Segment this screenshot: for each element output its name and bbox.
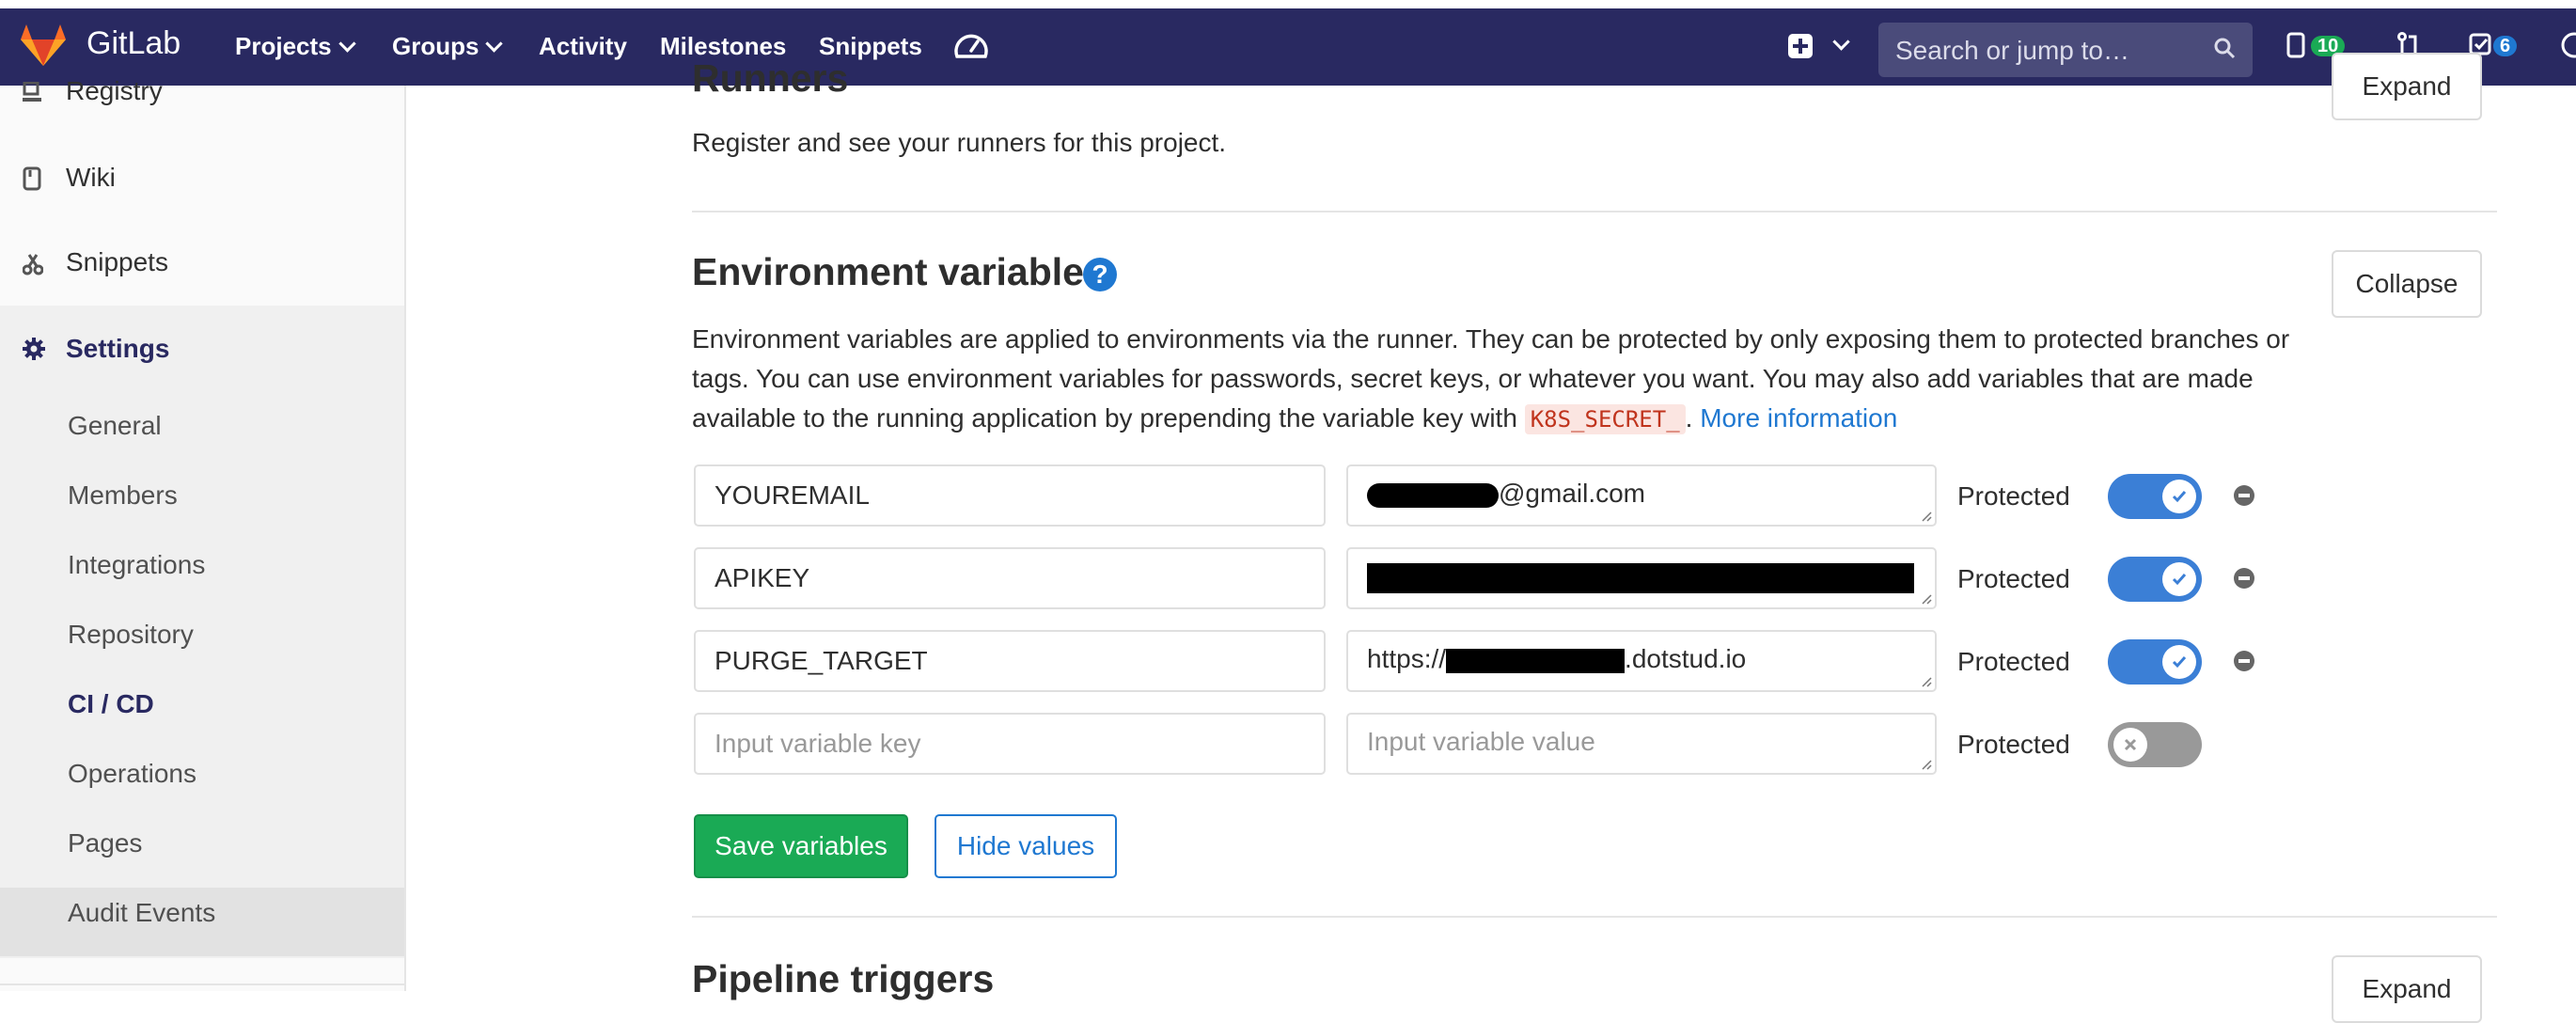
gear-icon <box>23 338 45 360</box>
runners-expand-button[interactable]: Expand <box>2332 53 2482 120</box>
project-sidebar: Registry Wiki Snippets Settings General … <box>0 76 406 991</box>
nav-projects-label: Projects <box>235 32 332 60</box>
check-icon <box>2172 574 2187 586</box>
chevron-down-icon[interactable] <box>1832 33 1850 51</box>
redacted-value <box>1367 482 1499 508</box>
resize-handle-icon[interactable] <box>1921 676 1932 687</box>
search-placeholder: Search or jump to… <box>1895 36 2129 65</box>
variable-value-text: @gmail.com <box>1499 479 1646 508</box>
nav-groups-label: Groups <box>392 32 479 60</box>
sidebar-item-label: Registry <box>66 76 163 105</box>
protected-toggle[interactable] <box>2108 474 2202 519</box>
protected-label: Protected <box>1957 730 2070 759</box>
sidebar-subitem-members[interactable]: Members <box>68 480 178 511</box>
help-icon[interactable] <box>2559 32 2576 58</box>
toggle-knob <box>2113 728 2147 762</box>
protected-toggle[interactable] <box>2108 557 2202 602</box>
triggers-expand-button[interactable]: Expand <box>2332 955 2482 1023</box>
chevron-down-icon <box>485 35 504 53</box>
sidebar-subitem-audit-events[interactable]: Audit Events <box>68 898 215 928</box>
variable-key-input[interactable]: APIKEY <box>694 547 1326 609</box>
book-icon <box>23 166 41 191</box>
variable-value-input[interactable] <box>1346 547 1937 609</box>
sidebar-divider <box>0 984 404 985</box>
remove-variable-icon[interactable] <box>2234 568 2254 589</box>
chevron-down-icon <box>338 35 356 53</box>
protected-label: Protected <box>1957 564 2070 593</box>
more-information-link[interactable]: More information <box>1700 403 1897 433</box>
toggle-knob <box>2162 645 2196 679</box>
variable-value-prefix: https:// <box>1367 644 1447 673</box>
protected-label: Protected <box>1957 647 2070 676</box>
brand-name[interactable]: GitLab <box>86 25 181 62</box>
section-divider <box>692 916 2497 918</box>
resize-handle-icon[interactable] <box>1921 759 1932 770</box>
check-icon <box>2172 656 2187 669</box>
redacted-value <box>1446 648 1626 673</box>
sidebar-item-label: Snippets <box>66 247 168 276</box>
sidebar-subitem-pages[interactable]: Pages <box>68 828 142 858</box>
protected-toggle[interactable] <box>2108 639 2202 685</box>
redacted-value <box>1367 562 1914 593</box>
sidebar-item-label: Settings <box>66 334 170 363</box>
gitlab-logo-icon[interactable] <box>19 23 68 68</box>
section-divider <box>692 211 2497 212</box>
remove-variable-icon[interactable] <box>2234 651 2254 671</box>
window-top-edge <box>0 0 2576 8</box>
runners-title: Runners <box>692 56 849 100</box>
env-description-text: Environment variables are applied to env… <box>692 324 2290 433</box>
variable-key-input[interactable]: YOUREMAIL <box>694 464 1326 527</box>
sidebar-subitem-repository[interactable]: Repository <box>68 620 194 650</box>
help-question-icon[interactable]: ? <box>1083 258 1117 291</box>
new-variable-value-input[interactable]: Input variable value <box>1346 713 1937 775</box>
k8s-secret-code: K8S_SECRET_ <box>1524 404 1686 434</box>
env-description: Environment variables are applied to env… <box>692 320 2290 439</box>
protected-toggle[interactable] <box>2108 722 2202 767</box>
env-description-sep: . <box>1685 403 1701 433</box>
pipeline-triggers-title: Pipeline triggers <box>692 957 995 1000</box>
search-input[interactable]: Search or jump to… <box>1878 23 2253 77</box>
variable-value-text: .dotstud.io <box>1625 644 1747 673</box>
env-collapse-button[interactable]: Collapse <box>2332 250 2482 318</box>
new-item-plus-icon[interactable] <box>1788 34 1813 58</box>
value-placeholder: Input variable value <box>1367 727 1595 756</box>
protected-label: Protected <box>1957 481 2070 511</box>
top-navbar: GitLab Projects Groups Activity Mileston… <box>0 0 2576 86</box>
check-icon <box>2172 491 2187 503</box>
save-variables-button[interactable]: Save variables <box>694 814 908 878</box>
registry-icon <box>23 82 41 102</box>
remove-variable-icon[interactable] <box>2234 485 2254 506</box>
variable-value-input[interactable]: @gmail.com <box>1346 464 1937 527</box>
sidebar-subitem-integrations[interactable]: Integrations <box>68 550 205 580</box>
variable-key-input[interactable]: PURGE_TARGET <box>694 630 1326 692</box>
nav-projects[interactable]: Projects <box>235 32 356 61</box>
settings-section: Settings General Members Integrations Re… <box>0 306 404 958</box>
search-icon <box>2214 38 2236 59</box>
resize-handle-icon[interactable] <box>1921 511 1932 522</box>
variable-value-input[interactable]: https:// .dotstud.io <box>1346 630 1937 692</box>
scissors-icon <box>23 254 43 275</box>
performance-gauge-icon[interactable] <box>953 28 989 60</box>
todos-count-badge[interactable]: 6 <box>2493 36 2518 56</box>
env-variables-title: Environment variables <box>692 250 1106 293</box>
issues-icon[interactable] <box>2286 32 2307 58</box>
sidebar-subitem-general[interactable]: General <box>68 411 162 441</box>
resize-handle-icon[interactable] <box>1921 593 1932 605</box>
hide-values-button[interactable]: Hide values <box>935 814 1117 878</box>
sidebar-item-label: Wiki <box>66 163 116 192</box>
nav-groups[interactable]: Groups <box>392 32 504 61</box>
toggle-knob <box>2162 480 2196 513</box>
x-icon <box>2124 738 2137 751</box>
sidebar-subitem-ci-cd[interactable]: CI / CD <box>68 689 154 719</box>
sidebar-subitem-operations[interactable]: Operations <box>68 759 196 789</box>
toggle-knob <box>2162 562 2196 596</box>
new-variable-key-input[interactable]: Input variable key <box>694 713 1326 775</box>
runners-description: Register and see your runners for this p… <box>692 128 1227 157</box>
nav-activity[interactable]: Activity <box>539 32 627 61</box>
